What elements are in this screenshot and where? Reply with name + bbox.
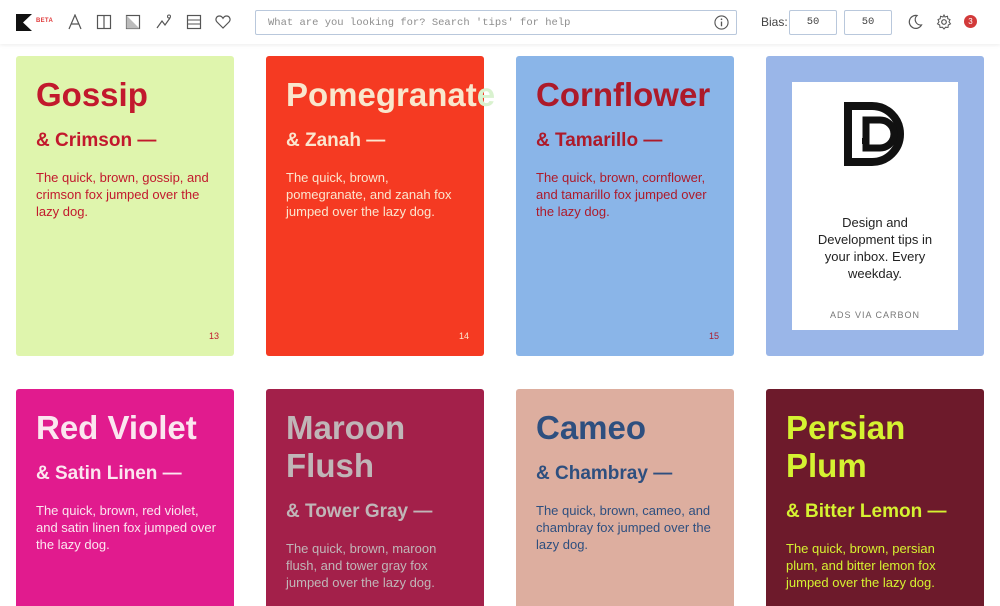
palette-card-gossip[interactable]: Gossip & Crimson — The quick, brown, gos…: [16, 56, 234, 356]
card-body: The quick, brown, cameo, and chambray fo…: [536, 503, 711, 552]
moon-icon[interactable]: [906, 13, 924, 31]
dd-logo-icon: [844, 102, 904, 166]
palette-card-maroon-flush[interactable]: Maroon Flush & Tower Gray — The quick, b…: [266, 389, 484, 606]
card-body: The quick, brown, red violet, and satin …: [36, 503, 216, 552]
card-subtitle: & Zanah —: [286, 130, 386, 151]
palette-card-cameo[interactable]: Cameo & Chambray — The quick, brown, cam…: [516, 389, 734, 606]
card-body: The quick, brown, persian plum, and bitt…: [786, 541, 936, 590]
list-icon[interactable]: [185, 13, 203, 31]
carbon-ad[interactable]: Design and Development tips in your inbo…: [766, 56, 984, 356]
image-icon[interactable]: [124, 13, 142, 31]
card-subtitle: & Bitter Lemon —: [786, 501, 947, 522]
card-subtitle: & Tamarillo —: [536, 130, 663, 151]
card-title: Pomegranate: [286, 76, 496, 113]
logo-icon[interactable]: [16, 14, 32, 31]
info-icon[interactable]: [714, 15, 729, 30]
bias-input-2[interactable]: 50: [844, 10, 892, 35]
card-subtitle: & Crimson —: [36, 130, 157, 151]
card-subtitle: & Tower Gray —: [286, 501, 433, 522]
typography-icon[interactable]: [66, 13, 84, 31]
top-bar: BETA Bias: 50 50 3: [0, 0, 1000, 44]
palette-card-red-violet[interactable]: Red Violet & Satin Linen — The quick, br…: [16, 389, 234, 606]
bias-input-1[interactable]: 50: [789, 10, 837, 35]
card-number: 13: [208, 331, 219, 341]
palette-card-pomegranate[interactable]: Pomegranate & Zanah — The quick, brown, …: [266, 56, 496, 356]
ad-inner: Design and Development tips in your inbo…: [792, 82, 958, 330]
card-title: Gossip: [36, 76, 148, 113]
card-subtitle: & Satin Linen —: [36, 463, 182, 484]
card-title: Persian Plum: [786, 409, 906, 484]
beta-label: BETA: [36, 18, 54, 24]
card-title: Maroon Flush: [286, 409, 406, 484]
bias-label: Bias:: [761, 15, 788, 29]
notification-badge[interactable]: 3: [964, 15, 977, 28]
ad-text: Design and Development tips in your inbo…: [817, 215, 933, 281]
card-body: The quick, brown, gossip, and crimson fo…: [36, 170, 209, 219]
card-subtitle: & Chambray —: [536, 463, 673, 484]
search-box: [255, 10, 737, 35]
ad-via-link[interactable]: ADS VIA CARBON: [792, 310, 958, 320]
card-number: 14: [458, 331, 469, 341]
heart-icon[interactable]: [214, 13, 232, 31]
card-body: The quick, brown, cornflower, and tamari…: [536, 170, 707, 219]
card-title: Cornflower: [536, 76, 711, 113]
palette-card-cornflower[interactable]: Cornflower & Tamarillo — The quick, brow…: [516, 56, 734, 356]
shuffle-icon[interactable]: [155, 13, 173, 31]
search-input[interactable]: [256, 11, 696, 34]
card-title: Cameo: [536, 409, 647, 446]
palette-card-persian-plum[interactable]: Persian Plum & Bitter Lemon — The quick,…: [766, 389, 984, 606]
card-body: The quick, brown, pomegranate, and zanah…: [286, 170, 452, 219]
card-body: The quick, brown, maroon flush, and towe…: [286, 541, 437, 590]
card-number: 15: [708, 331, 719, 341]
columns-icon[interactable]: [95, 13, 113, 31]
gear-icon[interactable]: [935, 13, 953, 31]
card-title: Red Violet: [36, 409, 197, 446]
